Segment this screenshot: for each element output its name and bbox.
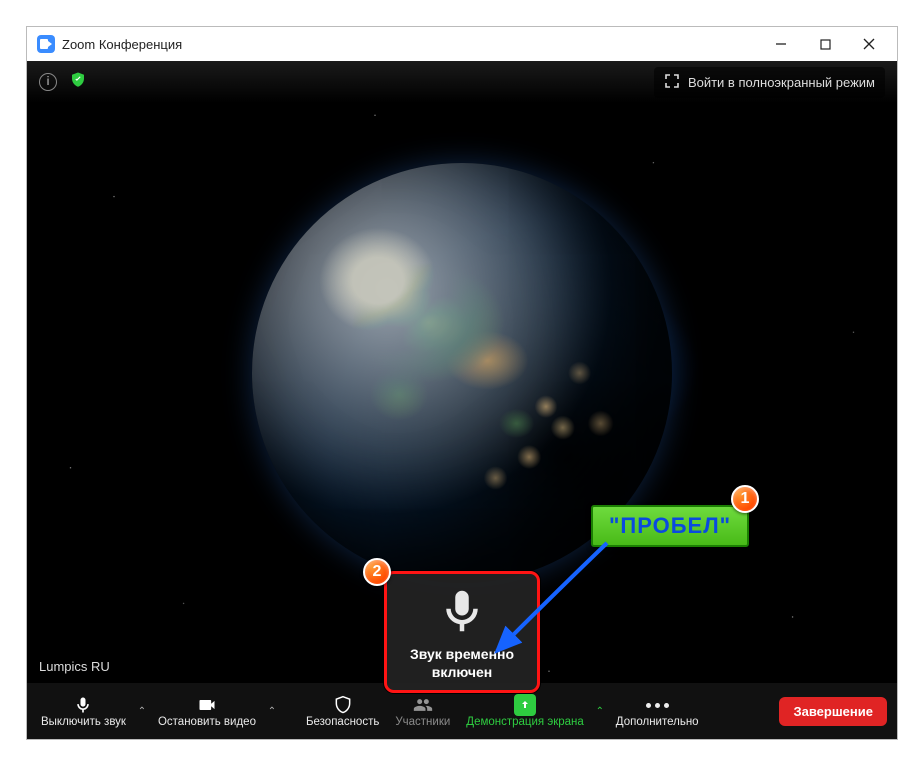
- minimize-button[interactable]: [759, 27, 803, 61]
- microphone-icon: [73, 694, 93, 716]
- shield-icon: [333, 694, 353, 716]
- annotation-badge-1: 1: [731, 485, 759, 513]
- share-screen-label: Демонстрация экрана: [466, 716, 584, 728]
- fullscreen-button[interactable]: Войти в полноэкранный режим: [654, 67, 885, 98]
- titlebar: Zoom Конференция: [27, 27, 897, 61]
- mute-button[interactable]: Выключить звук: [33, 683, 134, 739]
- encryption-shield-icon[interactable]: [69, 71, 87, 94]
- maximize-button[interactable]: [803, 27, 847, 61]
- video-options-chevron-icon[interactable]: ⌃: [264, 683, 280, 739]
- security-button[interactable]: Безопасность: [298, 683, 387, 739]
- participant-name-tag: Lumpics RU: [31, 656, 118, 677]
- close-button[interactable]: [847, 27, 891, 61]
- share-options-chevron-icon[interactable]: ⌃: [592, 683, 608, 739]
- share-screen-icon: [514, 694, 536, 716]
- app-window: Zoom Конференция i: [26, 26, 898, 740]
- end-meeting-button[interactable]: Завершение: [779, 697, 887, 726]
- meeting-info-icon[interactable]: i: [39, 73, 57, 91]
- meeting-video-area: i Войти в полноэкранный режим Lumpics RU: [27, 61, 897, 739]
- large-microphone-icon: [435, 584, 489, 643]
- video-label: Остановить видео: [158, 716, 256, 728]
- top-overlay-bar: i Войти в полноэкранный режим: [27, 61, 897, 103]
- window-title: Zoom Конференция: [62, 37, 182, 52]
- more-dots-icon: [646, 694, 669, 716]
- more-button[interactable]: Дополнительно: [608, 683, 707, 739]
- camera-icon: [196, 694, 218, 716]
- end-meeting-label: Завершение: [793, 704, 873, 719]
- annotation-badge-2: 2: [363, 558, 391, 586]
- security-label: Безопасность: [306, 716, 379, 728]
- video-button[interactable]: Остановить видео: [150, 683, 264, 739]
- participants-label: Участники: [395, 716, 450, 728]
- mute-label: Выключить звук: [41, 716, 126, 728]
- zoom-app-icon: [37, 35, 55, 53]
- temporary-unmute-text: Звук временно включен: [393, 646, 531, 681]
- fullscreen-label: Войти в полноэкранный режим: [688, 75, 875, 90]
- more-label: Дополнительно: [616, 716, 699, 728]
- participants-icon: [412, 694, 434, 716]
- fullscreen-icon: [664, 73, 680, 92]
- annotation-probel-label: "ПРОБЕЛ": [591, 505, 749, 547]
- mute-options-chevron-icon[interactable]: ⌃: [134, 683, 150, 739]
- temporary-unmute-popup: Звук временно включен: [384, 571, 540, 693]
